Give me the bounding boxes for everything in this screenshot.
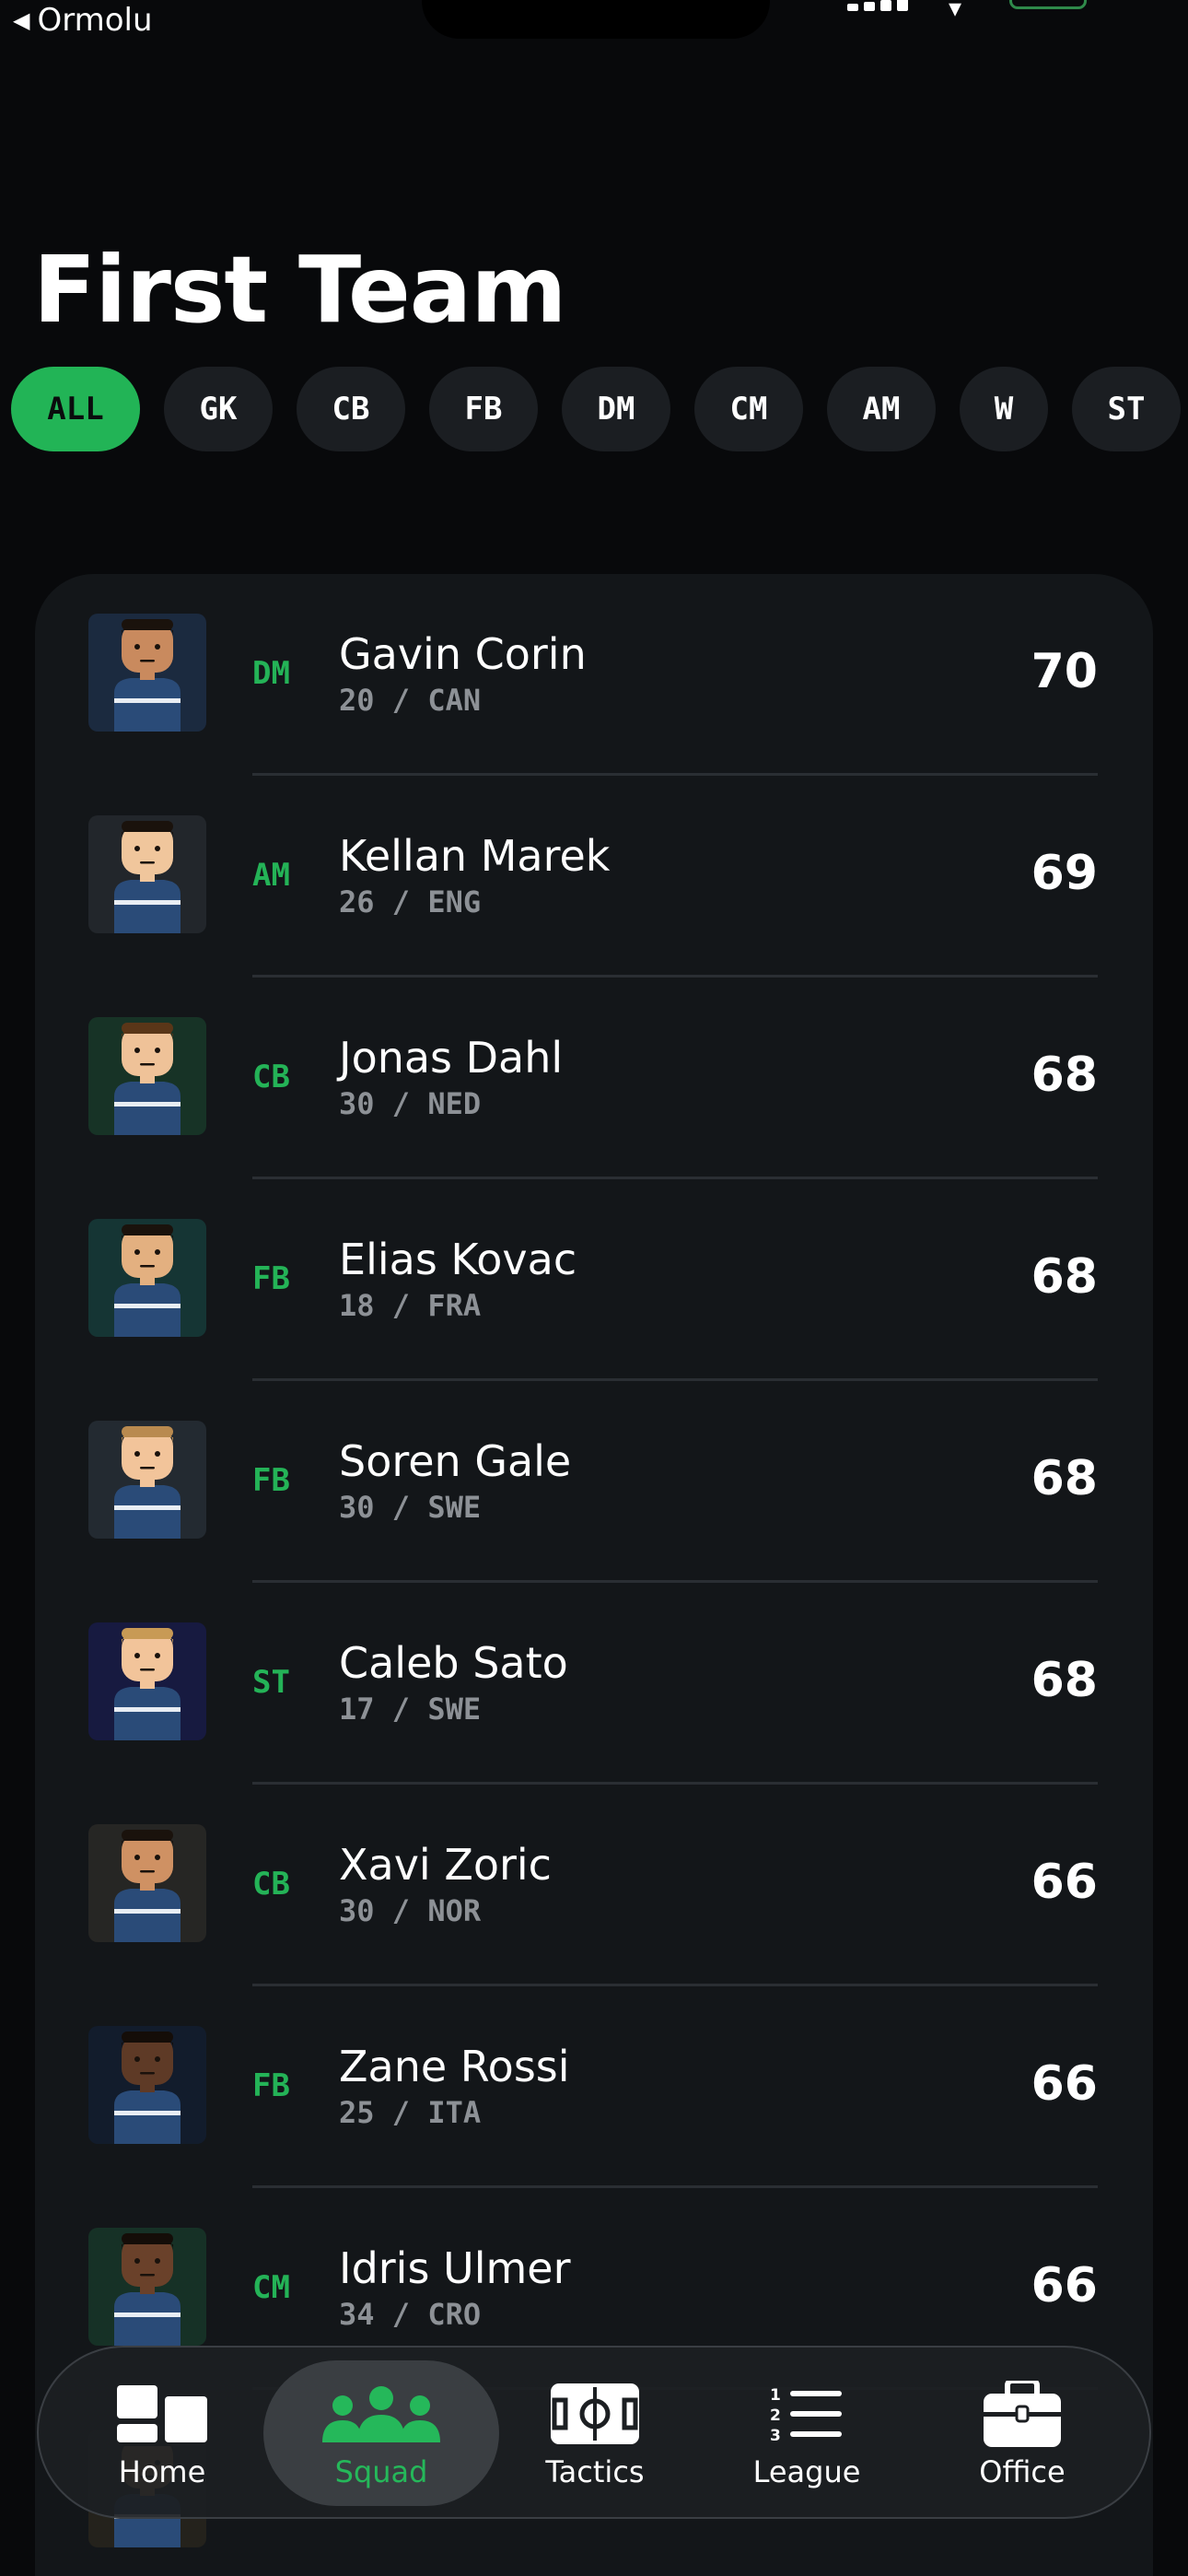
page-title: First Team: [33, 236, 566, 344]
player-position: CB: [252, 1059, 290, 1095]
filter-chip-st[interactable]: ST: [1072, 367, 1181, 451]
league-list-icon: 1 2 3: [770, 2381, 844, 2447]
dynamic-island: [422, 0, 770, 39]
wifi-icon: ▾: [949, 0, 962, 23]
player-avatar: [88, 1622, 206, 1740]
player-rating: 68: [1031, 1451, 1098, 1506]
filter-chip-fb[interactable]: FB: [429, 367, 538, 451]
tab-office[interactable]: Office: [939, 2360, 1105, 2506]
tab-squad-label: Squad: [334, 2454, 428, 2489]
player-rating: 68: [1031, 1653, 1098, 1708]
player-age-nationality: 26 / ENG: [339, 884, 482, 919]
filter-chip-dm[interactable]: DM: [562, 367, 670, 451]
player-rating: 66: [1031, 2258, 1098, 2313]
svg-text:1: 1: [770, 2386, 781, 2405]
status-bar: ◀ Ormolu ▾: [0, 0, 1188, 55]
tab-squad[interactable]: Squad: [263, 2360, 499, 2506]
tab-tactics[interactable]: Tactics: [512, 2360, 678, 2506]
position-filter-bar: ALL GK CB FB DM CM AM W ST: [11, 367, 1181, 451]
player-position: ST: [252, 1664, 290, 1701]
player-age-nationality: 25 / ITA: [339, 2095, 482, 2130]
player-name: Zane Rossi: [339, 2042, 570, 2091]
player-avatar: [88, 815, 206, 933]
player-row[interactable]: DM Gavin Corin 20 / CAN 70: [35, 574, 1153, 776]
player-row[interactable]: ST Caleb Sato 17 / SWE 68: [35, 1583, 1153, 1785]
svg-text:3: 3: [770, 2427, 781, 2442]
squad-people-icon: [320, 2381, 442, 2447]
player-row[interactable]: CB Jonas Dahl 30 / NED 68: [35, 978, 1153, 1179]
player-name: Elias Kovac: [339, 1235, 577, 1284]
player-rating: 66: [1031, 1855, 1098, 1910]
filter-chip-cb[interactable]: CB: [297, 367, 405, 451]
player-avatar: [88, 2026, 206, 2144]
battery-icon: [1009, 0, 1087, 9]
player-position: FB: [252, 2067, 290, 2104]
player-avatar: [88, 1421, 206, 1539]
filter-chip-cm[interactable]: CM: [694, 367, 803, 451]
player-rating: 66: [1031, 2056, 1098, 2112]
player-avatar: [88, 614, 206, 732]
player-position: FB: [252, 1462, 290, 1499]
home-grid-icon: [117, 2381, 207, 2447]
player-age-nationality: 30 / NED: [339, 1086, 482, 1121]
back-app-label: Ormolu: [37, 2, 153, 39]
player-list: DM Gavin Corin 20 / CAN 70 AM Kellan Mar…: [35, 574, 1153, 2576]
player-row[interactable]: FB Zane Rossi 25 / ITA 66: [35, 1986, 1153, 2188]
player-age-nationality: 18 / FRA: [339, 1288, 482, 1323]
player-avatar: [88, 2228, 206, 2346]
tab-office-label: Office: [979, 2454, 1066, 2489]
tab-home[interactable]: Home: [79, 2360, 245, 2506]
filter-chip-gk[interactable]: GK: [164, 367, 273, 451]
player-row[interactable]: CB Xavi Zoric 30 / NOR 66: [35, 1785, 1153, 1986]
tab-home-label: Home: [118, 2454, 206, 2489]
player-avatar: [88, 1219, 206, 1337]
tab-tactics-label: Tactics: [545, 2454, 645, 2489]
player-name: Kellan Marek: [339, 831, 611, 881]
player-name: Caleb Sato: [339, 1638, 568, 1688]
player-row[interactable]: AM Kellan Marek 26 / ENG 69: [35, 776, 1153, 978]
player-name: Idris Ulmer: [339, 2243, 571, 2293]
player-age-nationality: 30 / NOR: [339, 1893, 482, 1928]
player-age-nationality: 20 / CAN: [339, 683, 482, 718]
player-name: Soren Gale: [339, 1436, 572, 1486]
back-triangle-icon: ◀: [13, 7, 30, 33]
player-position: CM: [252, 2269, 290, 2306]
player-name: Gavin Corin: [339, 629, 587, 679]
player-age-nationality: 30 / SWE: [339, 1490, 482, 1525]
player-position: CB: [252, 1866, 290, 1903]
player-age-nationality: 34 / CRO: [339, 2297, 482, 2332]
svg-text:2: 2: [770, 2406, 781, 2425]
player-rating: 68: [1031, 1249, 1098, 1305]
player-row[interactable]: FB Soren Gale 30 / SWE 68: [35, 1381, 1153, 1583]
player-rating: 70: [1031, 644, 1098, 699]
squad-screen: ◀ Ormolu ▾ First Team ALL GK CB FB DM CM…: [0, 0, 1188, 2576]
filter-chip-all[interactable]: ALL: [11, 367, 140, 451]
back-to-app-button[interactable]: ◀ Ormolu: [13, 2, 153, 39]
player-rating: 69: [1031, 846, 1098, 901]
office-briefcase-icon: [984, 2381, 1061, 2447]
tab-league-label: League: [752, 2454, 861, 2489]
player-position: FB: [252, 1260, 290, 1297]
tactics-pitch-icon: [551, 2381, 639, 2447]
player-age-nationality: 17 / SWE: [339, 1692, 482, 1727]
player-rating: 68: [1031, 1048, 1098, 1103]
filter-chip-am[interactable]: AM: [827, 367, 936, 451]
filter-chip-w[interactable]: W: [960, 367, 1048, 451]
player-avatar: [88, 1017, 206, 1135]
player-avatar: [88, 1824, 206, 1942]
player-row[interactable]: FB Elias Kovac 18 / FRA 68: [35, 1179, 1153, 1381]
player-position: AM: [252, 857, 290, 894]
bottom-tab-bar: Home Squad Tactics 1 2 3 League Office: [37, 2346, 1151, 2519]
player-position: DM: [252, 655, 290, 692]
player-name: Jonas Dahl: [339, 1033, 564, 1083]
tab-league[interactable]: 1 2 3 League: [724, 2360, 890, 2506]
cellular-signal-icon: [847, 0, 908, 11]
player-name: Xavi Zoric: [339, 1840, 552, 1890]
